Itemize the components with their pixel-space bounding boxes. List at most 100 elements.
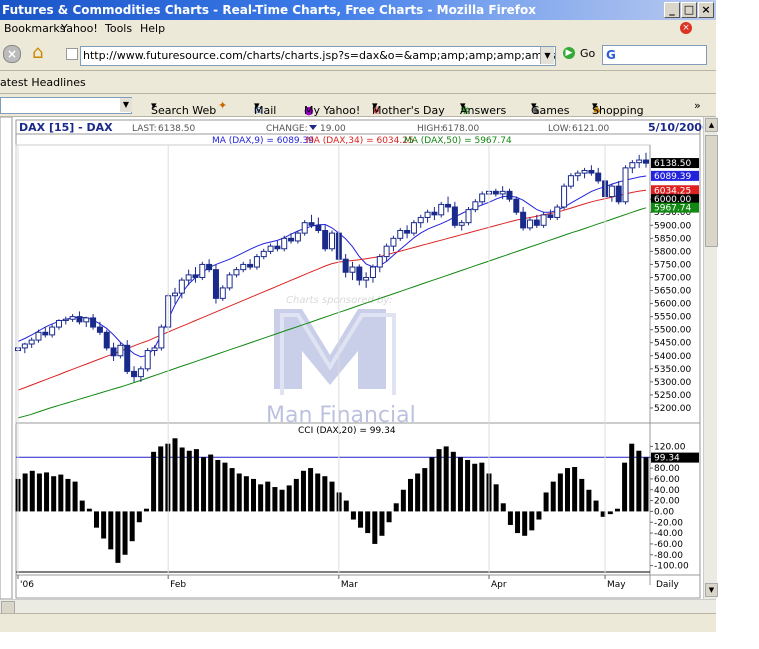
time-label: May — [607, 580, 626, 590]
cci-bar — [65, 478, 71, 512]
candle-body — [226, 274, 233, 289]
vertical-scroll-thumb[interactable] — [705, 135, 718, 247]
candle-body — [458, 222, 465, 226]
menu-yahoo[interactable]: Yahoo! — [61, 22, 98, 35]
stop-icon[interactable]: × — [680, 22, 692, 34]
cci-bar — [186, 450, 192, 512]
candle-body — [21, 343, 28, 349]
candle-body — [513, 198, 520, 213]
cci-badge-label: 99.34 — [654, 454, 680, 464]
candle-body — [376, 256, 383, 268]
scroll-up-icon[interactable]: ▲ — [705, 118, 718, 132]
cci-bar — [236, 473, 242, 512]
menu-help[interactable]: Help — [140, 22, 165, 35]
url-dropdown-icon[interactable]: ▼ — [540, 47, 554, 64]
cci-bar — [79, 500, 85, 512]
candle-body — [76, 316, 83, 323]
cci-bar — [94, 511, 99, 528]
menu-tools[interactable]: Tools — [105, 22, 132, 35]
brand-text: Man Financial — [266, 403, 416, 428]
candle-body — [520, 211, 527, 229]
candle-body — [158, 326, 165, 349]
search-box[interactable]: G — [602, 45, 707, 65]
cci-bar — [300, 470, 306, 512]
bookmark-latest-headlines[interactable]: atest Headlines — [0, 76, 86, 89]
candle-body — [240, 263, 247, 271]
stop-loading-icon[interactable]: × — [3, 45, 21, 63]
candle-body — [301, 222, 308, 234]
cci-bar — [129, 511, 135, 542]
yahoo-mail-button[interactable]: ✉ Mail ▾ — [254, 99, 276, 117]
price-tick-label: 5250.00 — [654, 391, 691, 401]
candle-body — [131, 370, 138, 378]
high-value: 6178.00 — [442, 124, 479, 134]
cci-bar — [343, 500, 349, 512]
yahoo-highlight-icon[interactable]: ✦ — [218, 99, 227, 112]
cci-tick-label: -80.00 — [654, 551, 683, 561]
candle-body — [90, 317, 97, 328]
home-icon[interactable]: ⌂ — [32, 42, 54, 64]
cci-bar — [329, 481, 335, 512]
price-tick-label: 5550.00 — [654, 313, 691, 323]
price-tick-label: 5900.00 — [654, 221, 691, 231]
mothers-day-button[interactable]: ❦ Mother's Day ▾ — [372, 99, 445, 117]
cci-bar — [500, 503, 506, 512]
candle-body — [42, 331, 49, 336]
yahoo-search-input[interactable] — [0, 97, 132, 114]
candle-body — [479, 193, 486, 203]
cci-bar — [557, 473, 563, 512]
cci-bar — [58, 474, 64, 512]
cci-bar — [400, 489, 406, 512]
cci-bar — [493, 484, 499, 512]
menu-bookmarks[interactable]: Bookmarks — [4, 22, 65, 35]
cci-bar — [286, 485, 292, 512]
candle-body — [588, 169, 595, 174]
horizontal-scrollbar[interactable] — [0, 599, 716, 614]
cci-bar — [272, 487, 278, 512]
cci-bar — [629, 443, 635, 512]
cci-tick-label: 0.00 — [654, 507, 674, 517]
toolbar-overflow-icon[interactable]: » — [694, 99, 701, 112]
yahoo-search-web-button[interactable]: Search Web ▾ — [151, 99, 216, 117]
url-input[interactable]: http://www.futuresource.com/charts/chart… — [80, 46, 556, 66]
candle-body — [533, 219, 540, 226]
close-window-button[interactable]: × — [698, 2, 714, 18]
maximize-button[interactable]: □ — [681, 2, 697, 18]
minimize-button[interactable]: _ — [664, 2, 680, 18]
cci-tick-label: -20.00 — [654, 518, 683, 528]
cci-bar — [358, 511, 364, 528]
scroll-down-icon[interactable]: ▼ — [705, 583, 718, 597]
window-title: Futures & Commodities Charts - Real-Time… — [2, 3, 536, 17]
cci-bar — [550, 481, 556, 512]
candle-body — [561, 185, 568, 208]
answers-button[interactable]: ✱ Answers ▾ — [460, 99, 506, 117]
games-button[interactable]: ♞ Games ▾ — [531, 99, 569, 117]
candle-body — [349, 266, 356, 273]
candle-body — [151, 347, 158, 352]
candle-body — [526, 219, 533, 229]
cci-bar — [51, 476, 57, 512]
cci-bar — [372, 511, 378, 544]
chart-symbol: DAX [15] - DAX — [19, 121, 113, 134]
vertical-scrollbar[interactable]: ▲ ▼ — [703, 117, 718, 599]
cci-tick-label: 80.00 — [654, 464, 680, 474]
change-value: 19.00 — [320, 124, 346, 134]
candle-body — [253, 256, 260, 268]
bookmarks-toolbar: atest Headlines — [0, 71, 716, 94]
candle-body — [643, 159, 649, 164]
shopping-button[interactable]: ♠ Shopping ▾ — [592, 99, 644, 117]
cci-bar — [350, 511, 356, 520]
go-button[interactable]: Go — [580, 47, 595, 60]
price-badges: 6138.506089.396034.256000.005967.74 — [651, 158, 699, 214]
price-tick-label: 5700.00 — [654, 273, 691, 283]
time-label: Apr — [491, 580, 507, 590]
candle-body — [288, 237, 295, 242]
cci-bar — [229, 468, 235, 512]
yahoo-search-dropdown-icon[interactable]: ▼ — [120, 98, 132, 112]
cci-bar — [465, 459, 471, 512]
candle-body — [55, 320, 62, 328]
candle-body — [363, 276, 370, 281]
cci-bar — [258, 484, 264, 512]
go-icon[interactable]: ▶ — [563, 47, 575, 59]
cci-bar — [279, 489, 285, 512]
